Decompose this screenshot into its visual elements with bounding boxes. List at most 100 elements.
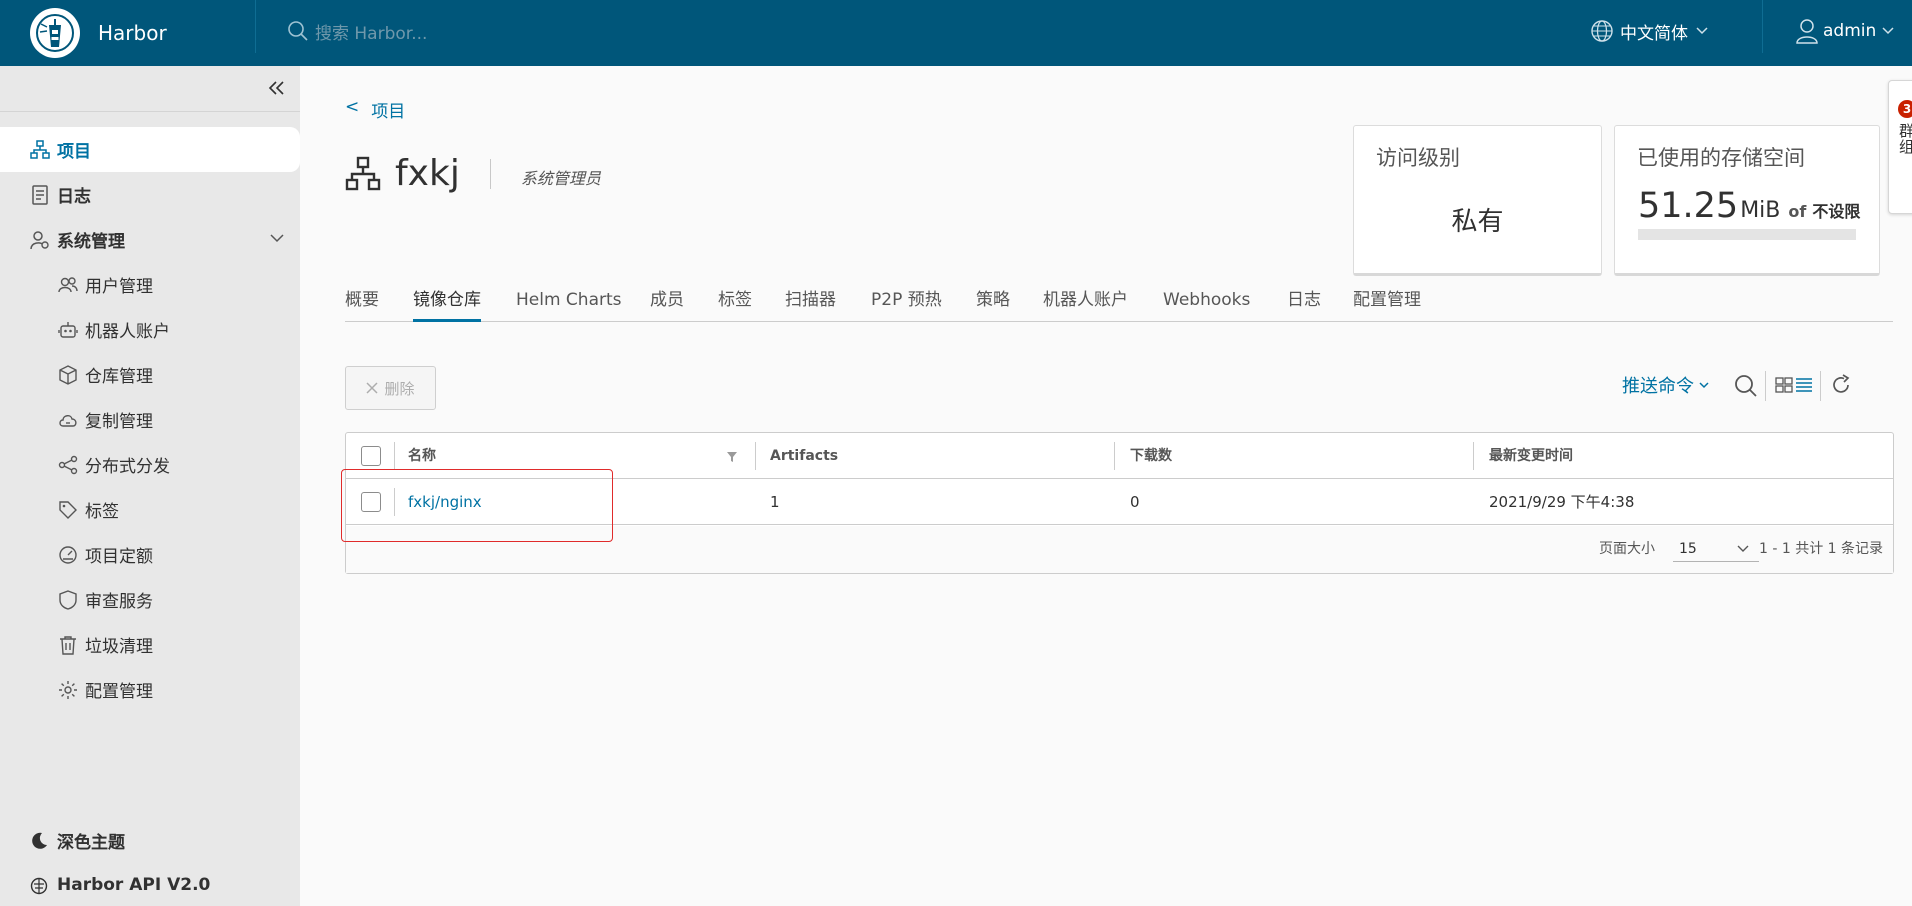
sidebar-item-configuration[interactable]: 配置管理: [0, 667, 300, 712]
sidebar-item-label: 用户管理: [85, 277, 153, 297]
replication-icon: [59, 415, 77, 427]
search-icon[interactable]: [1734, 374, 1758, 398]
tab-labels[interactable]: 标签: [718, 286, 752, 322]
close-icon: [366, 382, 379, 394]
user-icon: [1796, 19, 1818, 44]
side-drawer-tab[interactable]: 3 群组: [1888, 80, 1912, 214]
storage-used: 51.25: [1638, 186, 1739, 226]
column-divider: [394, 442, 395, 470]
sidebar-item-users[interactable]: 用户管理: [0, 262, 300, 307]
sidebar-item-label: 仓库管理: [85, 367, 153, 387]
sidebar-item-project-quotas[interactable]: 项目定额: [0, 532, 300, 577]
share-icon: [58, 455, 78, 475]
harbor-logo-icon: [30, 8, 80, 58]
sidebar-item-label: 项目定额: [85, 547, 153, 567]
page-size-label: 页面大小: [1599, 541, 1655, 557]
project-tabs: 概要 镜像仓库 Helm Charts 成员 标签 扫描器 P2P 预热 策略 …: [345, 286, 1893, 322]
refresh-icon[interactable]: [1830, 374, 1852, 396]
search-input[interactable]: 搜索 Harbor...: [315, 19, 427, 44]
column-divider: [1114, 442, 1115, 470]
language-selector[interactable]: 中文简体: [1590, 16, 1708, 46]
storage-title: 已使用的存储空间: [1637, 146, 1805, 170]
shield-icon: [59, 590, 77, 610]
highlight-box: [341, 469, 613, 542]
delete-button[interactable]: 删除: [345, 366, 436, 410]
user-menu[interactable]: admin: [1795, 16, 1894, 46]
collapse-sidebar-button[interactable]: [268, 80, 286, 96]
sidebar-item-label: 复制管理: [85, 412, 153, 432]
column-header-updated[interactable]: 最新变更时间: [1489, 433, 1573, 479]
header-divider: [255, 0, 256, 53]
double-chevron-left-icon: [268, 81, 284, 95]
quota-icon: [59, 546, 77, 564]
page-size-select[interactable]: 15: [1673, 536, 1759, 562]
brand[interactable]: Harbor: [30, 5, 167, 61]
tab-robot-accounts[interactable]: 机器人账户: [1043, 286, 1128, 322]
sidebar-item-label: 系统管理: [57, 232, 125, 252]
logs-icon: [32, 185, 48, 205]
tab-members[interactable]: 成员: [650, 286, 684, 322]
sidebar-item-label: 配置管理: [85, 682, 153, 702]
moon-icon: [32, 832, 47, 849]
title-divider: [489, 158, 491, 189]
tab-p2p-preheat[interactable]: P2P 预热: [871, 286, 942, 322]
tab-scanner[interactable]: 扫描器: [785, 286, 836, 322]
sidebar-item-interrogation-services[interactable]: 审查服务: [0, 577, 300, 622]
storage-limit: 不设限: [1812, 202, 1861, 221]
breadcrumb[interactable]: < 项目: [345, 97, 405, 122]
harbor-api-label: Harbor API V2.0: [57, 875, 211, 895]
sidebar-item-projects[interactable]: 项目: [0, 127, 300, 172]
harbor-api-link[interactable]: Harbor API V2.0: [0, 865, 300, 905]
push-command-label: 推送命令: [1622, 376, 1694, 397]
tab-configuration[interactable]: 配置管理: [1353, 286, 1421, 322]
tab-policy[interactable]: 策略: [976, 286, 1010, 322]
sidebar-item-garbage-collection[interactable]: 垃圾清理: [0, 622, 300, 667]
sidebar-item-label: 日志: [57, 187, 91, 207]
sidebar-item-labels[interactable]: 标签: [0, 487, 300, 532]
access-level-value: 私有: [1451, 207, 1504, 237]
storage-of: of: [1788, 202, 1807, 221]
column-header-artifacts[interactable]: Artifacts: [770, 433, 838, 479]
brand-name: Harbor: [98, 21, 167, 45]
tab-helm-charts[interactable]: Helm Charts: [516, 286, 622, 322]
chevron-down-icon: [1882, 27, 1894, 35]
tab-repositories[interactable]: 镜像仓库: [413, 286, 481, 322]
project-role: 系统管理员: [520, 168, 601, 188]
tab-summary[interactable]: 概要: [345, 286, 379, 322]
top-header: Harbor 搜索 Harbor... 中文简体 admin: [0, 0, 1912, 66]
card-view-icon[interactable]: [1775, 377, 1793, 393]
pagination-summary: 1 - 1 共计 1 条记录: [1759, 541, 1884, 557]
globe-icon: [1591, 20, 1613, 42]
toolbar-divider: [1765, 371, 1766, 401]
sidebar-item-label: 分布式分发: [85, 457, 170, 477]
tab-logs[interactable]: 日志: [1287, 286, 1321, 322]
column-divider: [1473, 442, 1474, 470]
sidebar-item-label: 机器人账户: [85, 322, 170, 342]
chevron-down-icon: [1737, 545, 1749, 552]
sidebar-item-administration[interactable]: 系统管理: [0, 217, 300, 262]
sidebar-divider: [0, 111, 300, 112]
side-tab-label: 群组: [1897, 123, 1912, 155]
global-search[interactable]: 搜索 Harbor...: [287, 16, 647, 46]
api-icon: [30, 877, 48, 895]
push-command-dropdown[interactable]: 推送命令: [1622, 372, 1709, 398]
tab-webhooks[interactable]: Webhooks: [1163, 286, 1250, 322]
users-icon: [58, 277, 78, 293]
sidebar-item-robot-accounts[interactable]: 机器人账户: [0, 307, 300, 352]
project-name: fxkj: [395, 153, 460, 194]
storage-value: 51.25 MiB of 不设限: [1638, 186, 1860, 226]
column-header-pulls[interactable]: 下载数: [1130, 433, 1172, 479]
list-view-icon[interactable]: [1795, 377, 1813, 393]
sidebar-item-registries[interactable]: 仓库管理: [0, 352, 300, 397]
sidebar-item-replications[interactable]: 复制管理: [0, 397, 300, 442]
project-icon: [345, 156, 381, 190]
dark-theme-toggle[interactable]: 深色主题: [0, 820, 300, 860]
notification-badge: 3: [1898, 100, 1912, 118]
select-all-checkbox[interactable]: [361, 446, 381, 466]
search-icon: [288, 21, 308, 41]
filter-icon[interactable]: [726, 451, 738, 463]
sidebar-item-distributions[interactable]: 分布式分发: [0, 442, 300, 487]
sidebar-item-logs[interactable]: 日志: [0, 172, 300, 217]
breadcrumb-projects-link[interactable]: 项目: [371, 97, 405, 122]
delete-label: 删除: [384, 379, 415, 398]
